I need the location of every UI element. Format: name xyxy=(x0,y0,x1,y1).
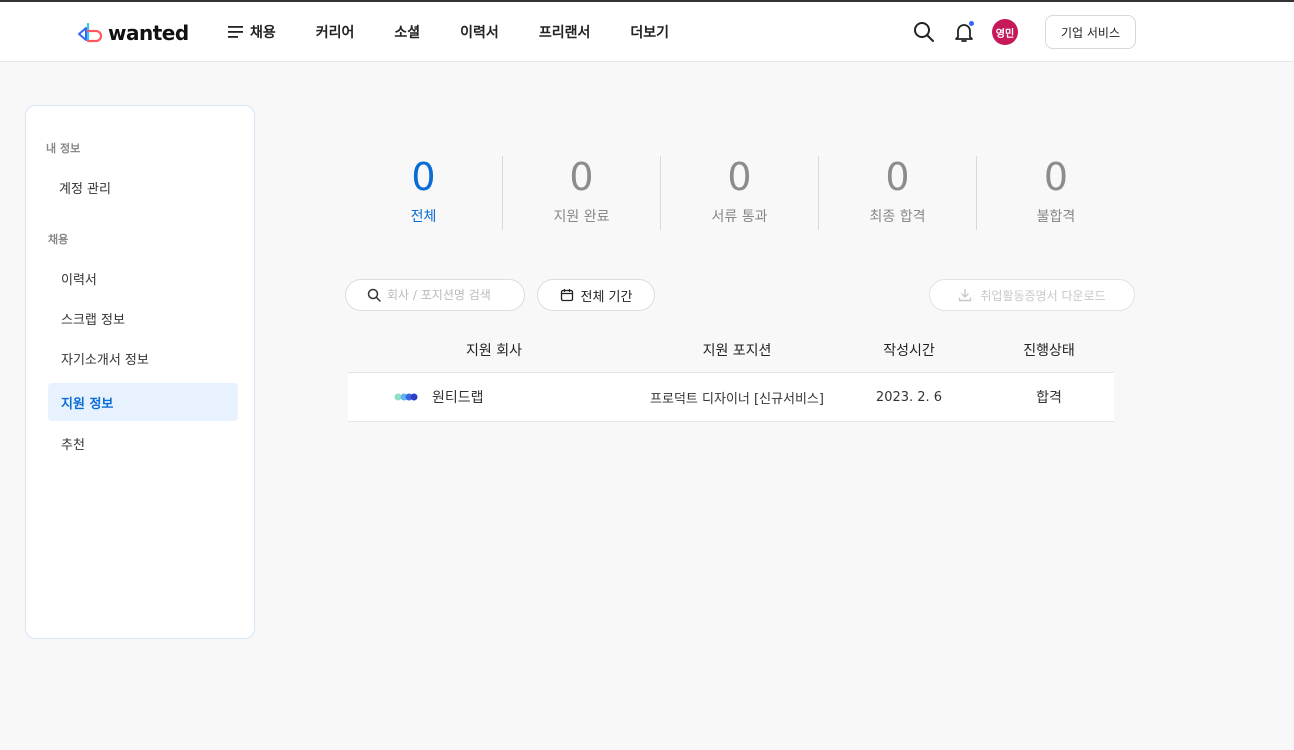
table-header: 지원 회사 지원 포지션 작성시간 진행상태 xyxy=(348,328,1114,373)
search-icon xyxy=(914,22,934,42)
sidebar-item-resume[interactable]: 이력서 xyxy=(48,259,238,297)
stat-final-passed-count: 0 xyxy=(885,155,910,199)
logo-wordmark: wanted xyxy=(108,21,189,45)
sidebar-item-cover-letter[interactable]: 자기소개서 정보 xyxy=(48,339,238,377)
stat-total-label: 전체 xyxy=(410,209,437,225)
nav-recruit[interactable]: 채용 xyxy=(228,22,276,42)
sidebar: 내 정보 계정 관리 채용 이력서 스크랩 정보 자기소개서 정보 지원 정보 … xyxy=(25,105,255,639)
sidebar-item-recommend[interactable]: 추천 xyxy=(48,424,238,462)
hamburger-icon xyxy=(228,26,243,38)
applications-table: 지원 회사 지원 포지션 작성시간 진행상태 원티드랩 프로덕트 디자이너 [신… xyxy=(348,328,1114,422)
header-status: 진행상태 xyxy=(1023,343,1075,359)
stat-rejected-label: 불합격 xyxy=(1036,209,1076,225)
header-tools: 영민 xyxy=(912,2,1018,62)
nav-more[interactable]: 더보기 xyxy=(630,22,669,42)
row-company-name: 원티드랩 xyxy=(432,390,484,406)
sidebar-section-recruit: 채용 xyxy=(48,233,69,246)
stat-applied-count: 0 xyxy=(569,155,594,199)
download-icon xyxy=(959,288,972,302)
nav-career[interactable]: 커리어 xyxy=(316,22,355,42)
global-header: wanted 채용 커리어 소셜 이력서 프리랜서 더보기 영민 기업 서비스 xyxy=(0,2,1294,62)
period-filter-button[interactable]: 전체 기간 xyxy=(537,279,655,311)
stat-applied-label: 지원 완료 xyxy=(553,209,610,225)
notification-button[interactable] xyxy=(952,20,976,44)
table-row[interactable]: 원티드랩 프로덕트 디자이너 [신규서비스] 2023. 2. 6 합격 xyxy=(348,373,1114,422)
application-stats: 0 전체 0 지원 완료 0 서류 통과 0 최종 합격 0 불합격 xyxy=(345,156,1135,230)
row-date: 2023. 2. 6 xyxy=(875,389,943,405)
stat-applied[interactable]: 0 지원 완료 xyxy=(503,156,661,230)
company-search[interactable] xyxy=(345,279,525,311)
row-position: 프로덕트 디자이너 [신규서비스] xyxy=(650,391,824,407)
main-nav: 채용 커리어 소셜 이력서 프리랜서 더보기 xyxy=(228,2,709,62)
notification-dot xyxy=(969,21,974,26)
row-status: 합격 xyxy=(1036,390,1062,406)
sidebar-section-my-info: 내 정보 xyxy=(46,142,81,155)
header-company: 지원 회사 xyxy=(466,343,522,359)
stat-final-passed[interactable]: 0 최종 합격 xyxy=(819,156,977,230)
sidebar-item-scrap[interactable]: 스크랩 정보 xyxy=(48,299,238,337)
stat-document-passed-label: 서류 통과 xyxy=(711,209,768,225)
stat-document-passed-count: 0 xyxy=(727,155,752,199)
corporate-service-button[interactable]: 기업 서비스 xyxy=(1045,15,1136,49)
stat-final-passed-label: 최종 합격 xyxy=(869,209,926,225)
avatar[interactable]: 영민 xyxy=(992,19,1018,45)
calendar-icon xyxy=(560,289,573,302)
certificate-download-button[interactable]: 취업활동증명서 다운로드 xyxy=(929,279,1135,311)
nav-resume[interactable]: 이력서 xyxy=(460,22,499,42)
period-filter-label: 전체 기간 xyxy=(580,289,633,305)
stat-rejected-count: 0 xyxy=(1043,155,1069,199)
stat-total-count: 0 xyxy=(411,155,436,199)
stat-document-passed[interactable]: 0 서류 통과 xyxy=(661,156,819,230)
search-button[interactable] xyxy=(912,20,936,44)
wanted-logo[interactable]: wanted xyxy=(76,20,189,46)
nav-recruit-label: 채용 xyxy=(250,25,276,41)
wanted-logo-icon xyxy=(78,22,103,43)
header-date: 작성시간 xyxy=(883,343,935,359)
stat-total[interactable]: 0 전체 xyxy=(345,156,503,230)
company-logo-icon xyxy=(394,393,418,401)
sidebar-item-account[interactable]: 계정 관리 xyxy=(46,168,236,206)
header-position: 지원 포지션 xyxy=(702,343,772,359)
stat-rejected[interactable]: 0 불합격 xyxy=(977,156,1135,230)
company-search-input[interactable] xyxy=(387,288,522,302)
row-company-cell: 원티드랩 xyxy=(348,387,640,407)
nav-social[interactable]: 소셜 xyxy=(394,22,420,42)
search-icon xyxy=(367,288,381,302)
nav-freelancer[interactable]: 프리랜서 xyxy=(539,22,591,42)
sidebar-item-applications[interactable]: 지원 정보 xyxy=(48,383,238,421)
certificate-download-label: 취업활동증명서 다운로드 xyxy=(980,288,1106,303)
